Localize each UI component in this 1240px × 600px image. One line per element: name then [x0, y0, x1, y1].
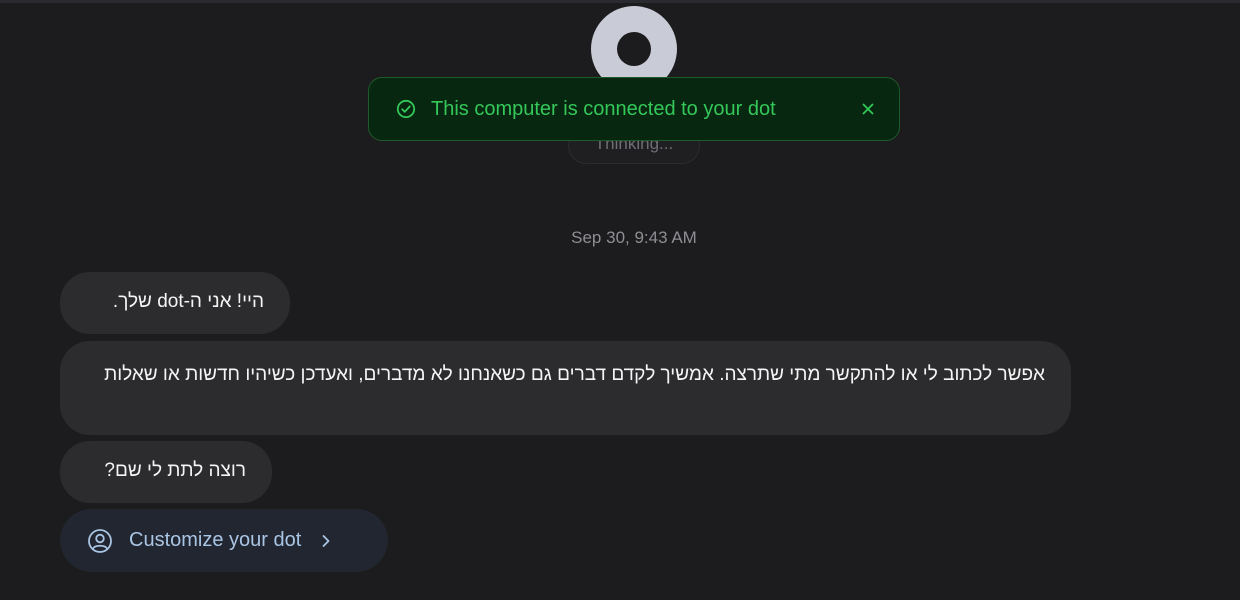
- chevron-right-icon: [319, 532, 333, 550]
- window-top-border: [0, 0, 1240, 3]
- close-icon[interactable]: [857, 98, 879, 120]
- user-circle-icon: [86, 527, 114, 555]
- customize-dot-button[interactable]: Customize your dot: [60, 509, 388, 572]
- toast-message: This computer is connected to your dot: [431, 97, 776, 120]
- check-circle-icon: [395, 98, 417, 120]
- connection-toast: This computer is connected to your dot: [368, 77, 900, 141]
- dot-avatar-center: [617, 32, 651, 66]
- message-bubble: היי! אני ה-dot שלך.: [60, 272, 290, 334]
- message-bubble: רוצה לתת לי שם?: [60, 441, 272, 503]
- chat-timestamp: Sep 30, 9:43 AM: [571, 228, 697, 247]
- customize-dot-label: Customize your dot: [129, 529, 302, 551]
- message-bubble: אפשר לכתוב לי או להתקשר מתי שתרצה. אמשיך…: [60, 341, 1071, 435]
